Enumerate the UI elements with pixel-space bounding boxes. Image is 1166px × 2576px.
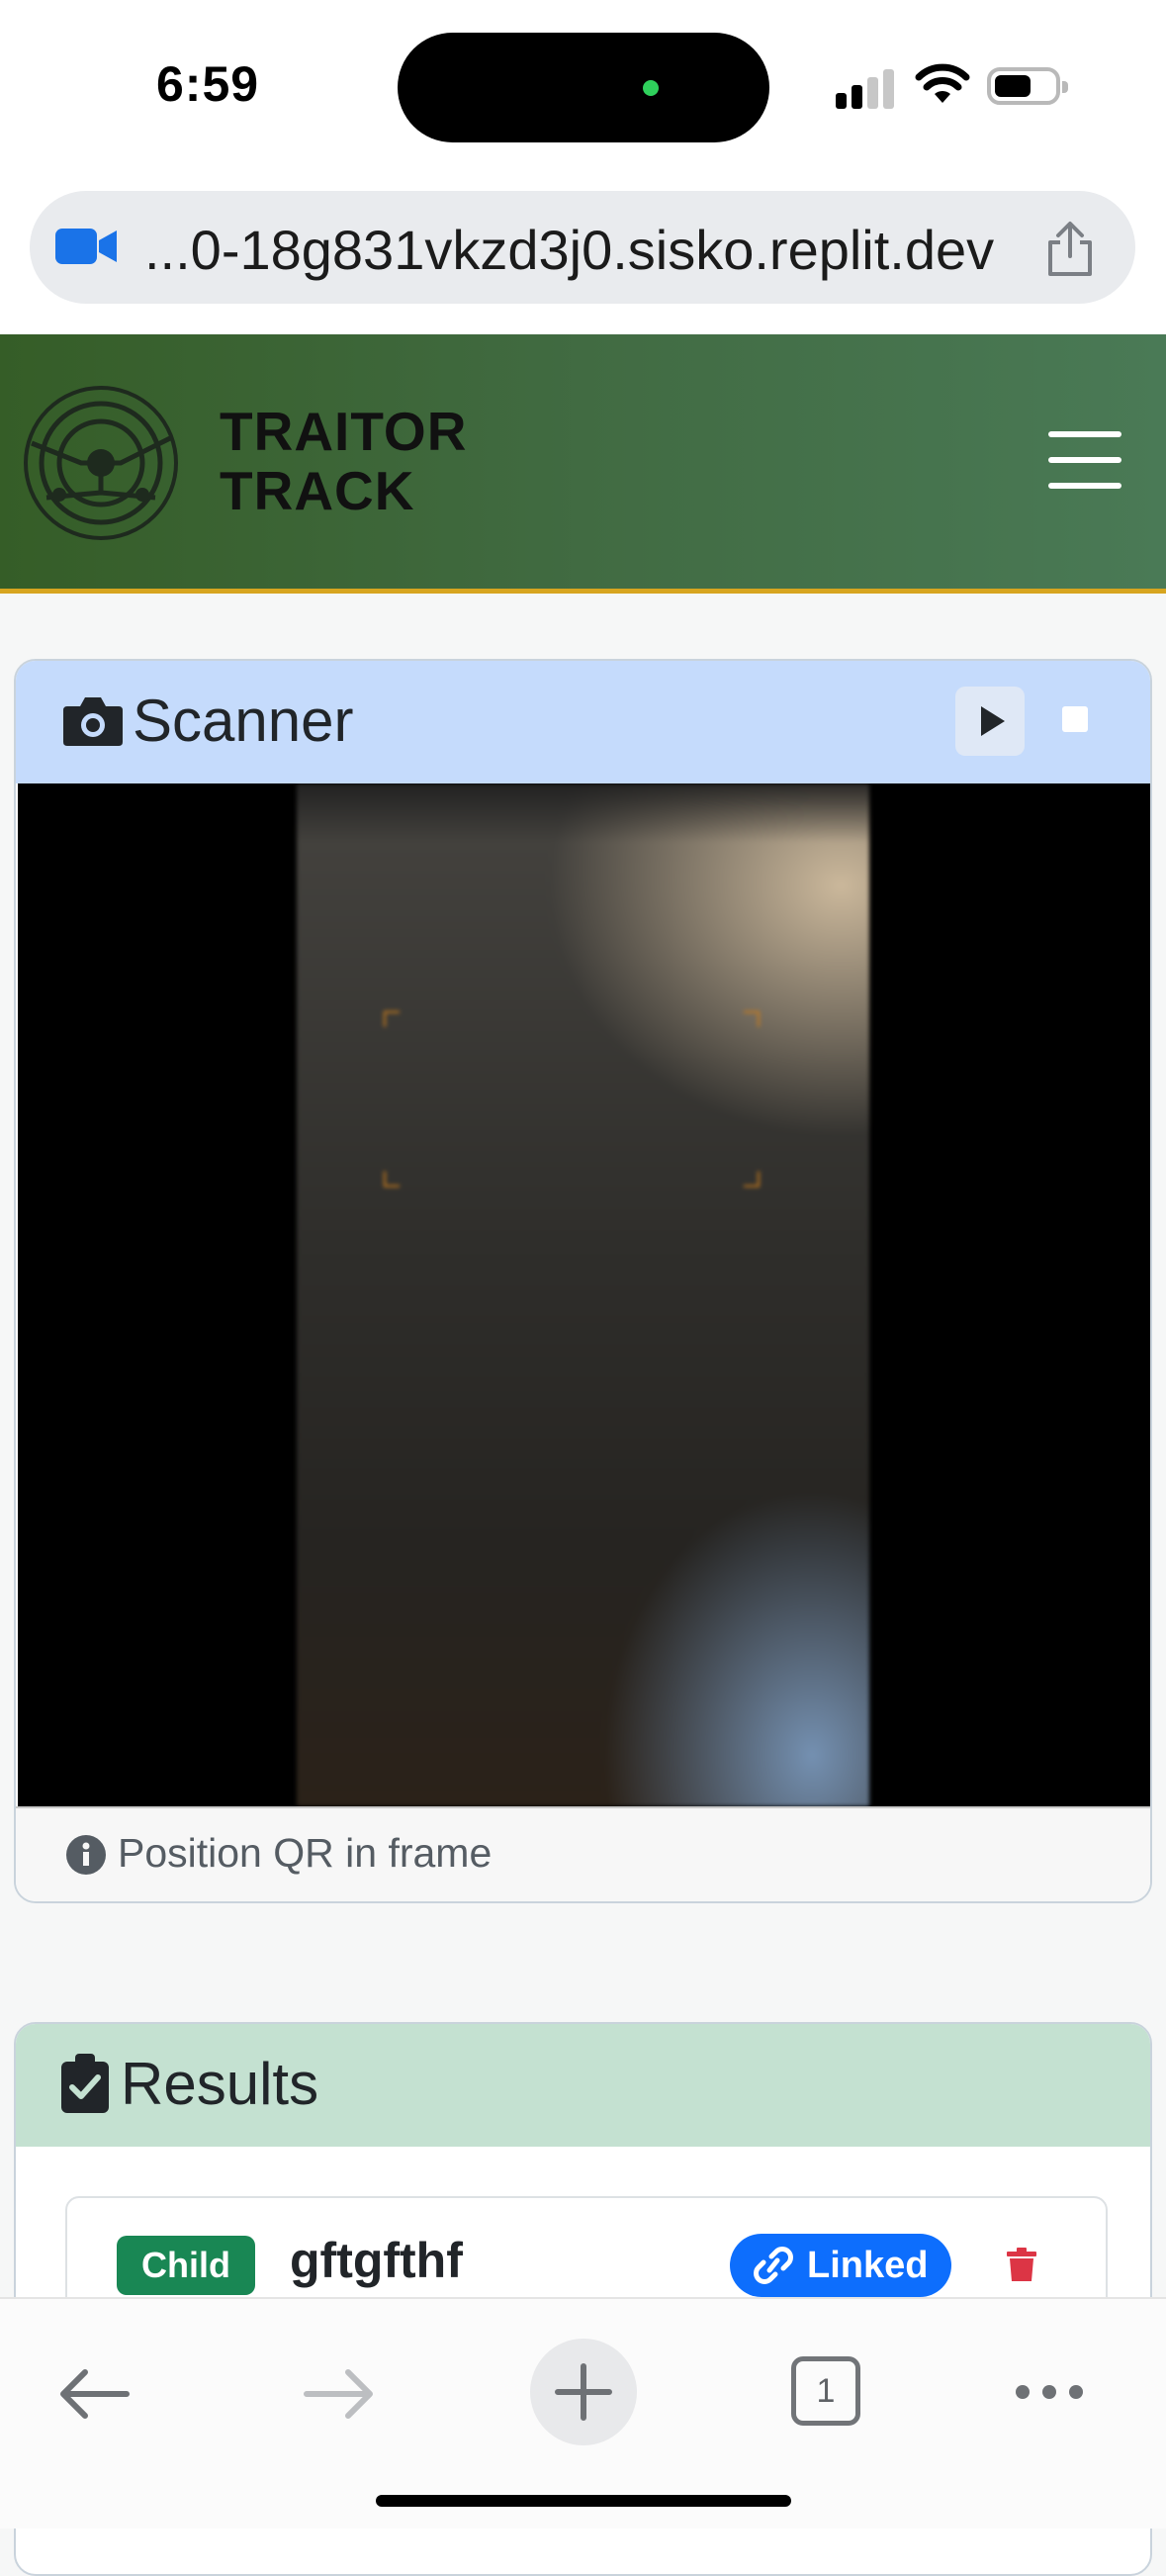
delete-icon[interactable] <box>1007 2248 1036 2281</box>
stop-button[interactable] <box>1056 700 1094 738</box>
camera-viewfinder[interactable] <box>18 783 1150 1806</box>
browser-toolbar: 1 <box>0 2297 1166 2529</box>
share-icon[interactable] <box>1044 221 1096 278</box>
tabs-button[interactable]: 1 <box>791 2356 860 2426</box>
back-arrow-icon[interactable] <box>57 2368 131 2420</box>
scanner-caption-bar: Position QR in frame <box>16 1806 1150 1901</box>
more-options-icon[interactable] <box>1015 2384 1084 2400</box>
menu-button[interactable] <box>1048 431 1121 489</box>
home-indicator <box>376 2495 791 2507</box>
brand-name[interactable]: TRAITOR TRACK <box>220 402 467 520</box>
clipboard-check-icon <box>61 2054 109 2113</box>
status-bar: 6:59 <box>0 0 1166 178</box>
battery-icon <box>987 67 1068 105</box>
logo-icon[interactable] <box>22 384 180 542</box>
play-icon <box>981 706 1005 736</box>
linked-label: Linked <box>807 2245 929 2286</box>
scanner-title: Scanner <box>133 688 354 754</box>
url-text[interactable]: ...0-18g831vkzd3j0.sisko.replit.dev <box>144 218 994 282</box>
scanner-caption: Position QR in frame <box>118 1830 493 1876</box>
scan-frame-corner-bl <box>384 1171 400 1187</box>
forward-arrow-icon[interactable] <box>303 2368 376 2420</box>
app-header: TRAITOR TRACK <box>0 334 1166 594</box>
link-icon <box>754 2247 793 2284</box>
camera-indicator-dot <box>643 80 659 96</box>
scan-frame-corner-tr <box>744 1011 760 1027</box>
browser-address-area: ...0-18g831vkzd3j0.sisko.replit.dev <box>0 178 1166 334</box>
scan-frame-corner-tl <box>384 1011 400 1027</box>
wifi-icon <box>915 63 970 103</box>
linked-badge: Linked <box>730 2234 951 2297</box>
video-camera-icon[interactable] <box>55 227 117 266</box>
brand-line-2: TRACK <box>220 460 415 521</box>
status-time: 6:59 <box>156 56 260 112</box>
result-name: gftgfthf <box>290 2233 463 2288</box>
address-bar[interactable]: ...0-18g831vkzd3j0.sisko.replit.dev <box>30 191 1135 304</box>
stop-icon <box>1062 706 1088 732</box>
plus-icon <box>555 2363 612 2421</box>
results-card-header: Results <box>16 2024 1150 2147</box>
new-tab-button[interactable] <box>530 2339 637 2445</box>
camera-feed <box>297 783 869 1806</box>
scanner-card-header: Scanner <box>16 661 1150 783</box>
cellular-signal-icon <box>836 69 897 109</box>
brand-line-1: TRAITOR <box>220 401 468 462</box>
type-badge: Child <box>117 2236 255 2295</box>
info-icon <box>66 1835 106 1875</box>
scan-frame-corner-br <box>744 1171 760 1187</box>
results-title: Results <box>121 2051 319 2117</box>
camera-icon <box>63 697 123 746</box>
play-button[interactable] <box>955 687 1025 756</box>
dynamic-island <box>398 33 769 142</box>
scanner-card: Scanner Position QR in frame <box>14 659 1152 1903</box>
